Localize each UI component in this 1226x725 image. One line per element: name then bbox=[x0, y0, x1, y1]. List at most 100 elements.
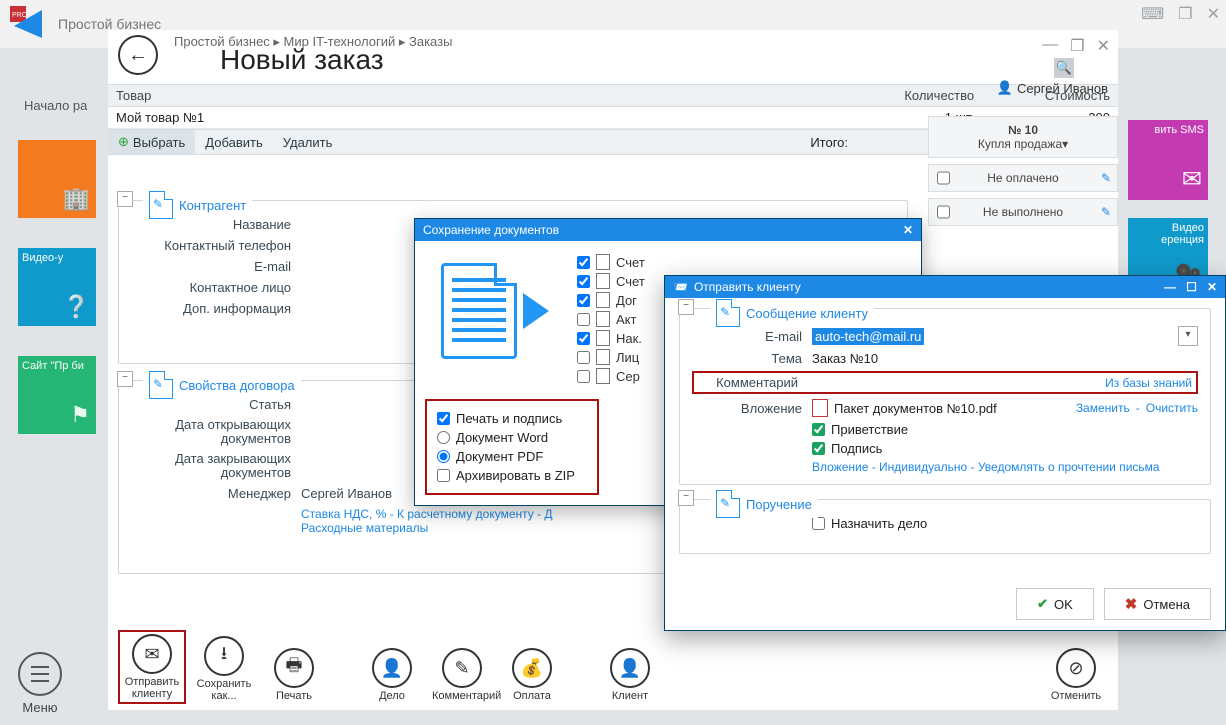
minimize-icon[interactable]: — bbox=[1164, 280, 1176, 294]
action-cancel[interactable]: ⊘Отменить bbox=[1046, 648, 1106, 702]
zip-checkbox[interactable] bbox=[437, 469, 450, 482]
close-icon[interactable]: ✕ bbox=[1097, 36, 1110, 56]
doc-item[interactable]: Сер bbox=[577, 368, 645, 384]
collapse-toggle[interactable]: − bbox=[117, 191, 133, 207]
greeting-option[interactable]: Приветствие bbox=[812, 422, 1198, 437]
word-radio[interactable] bbox=[437, 431, 450, 444]
fieldset-legend: Свойства договора bbox=[179, 378, 295, 393]
svg-text:PRO: PRO bbox=[12, 12, 28, 19]
doc-item[interactable]: Лиц bbox=[577, 349, 645, 365]
site-icon: ⚑ bbox=[70, 402, 90, 428]
signature-option[interactable]: Подпись bbox=[812, 441, 1198, 456]
edit-icon[interactable]: ✎ bbox=[1101, 171, 1111, 185]
action-case[interactable]: 👤Дело bbox=[362, 648, 422, 702]
paid-status-box[interactable]: Не оплачено ✎ bbox=[928, 164, 1118, 192]
keyboard-icon[interactable]: ⌨ bbox=[1141, 4, 1164, 24]
format-options: Печать и подпись Документ Word Документ … bbox=[425, 399, 599, 495]
select-button[interactable]: ⊕Выбрать bbox=[108, 130, 195, 154]
delete-button[interactable]: Удалить bbox=[273, 131, 343, 154]
action-print[interactable]: 🖶Печать bbox=[264, 648, 324, 702]
col-qty[interactable]: Количество bbox=[846, 85, 982, 107]
action-comment[interactable]: ✎Комментарий bbox=[432, 648, 492, 702]
dropdown-icon[interactable]: ▾ bbox=[1178, 326, 1198, 346]
doc-checkbox[interactable] bbox=[577, 256, 590, 269]
subject-field[interactable]: Заказ №10 bbox=[812, 351, 1198, 366]
document-edit-icon bbox=[716, 299, 740, 327]
client-icon: 👤 bbox=[619, 658, 641, 679]
done-checkbox[interactable] bbox=[937, 206, 950, 219]
doc-item[interactable]: Счет bbox=[577, 273, 645, 289]
arrow-right-icon bbox=[523, 293, 549, 329]
attachment-name: Пакет документов №10.pdf bbox=[834, 401, 997, 416]
doc-checkbox[interactable] bbox=[577, 370, 590, 383]
collapse-toggle[interactable]: − bbox=[117, 371, 133, 387]
doc-item[interactable]: Нак. bbox=[577, 330, 645, 346]
action-send-client[interactable]: ✉Отправить клиенту bbox=[120, 632, 184, 702]
tile-left-1[interactable]: 🏢 bbox=[18, 140, 96, 218]
file-icon bbox=[596, 349, 610, 365]
search-button[interactable]: 🔍 bbox=[1054, 58, 1074, 78]
menu-button[interactable]: Меню bbox=[18, 652, 62, 715]
comment-row[interactable]: Комментарий Из базы знаний bbox=[692, 371, 1198, 394]
col-product[interactable]: Товар bbox=[108, 85, 846, 107]
assign-case-option[interactable]: Назначить дело bbox=[812, 516, 1198, 531]
paid-checkbox[interactable] bbox=[937, 172, 950, 185]
file-icon bbox=[596, 311, 610, 327]
tile-label: Видео-у bbox=[22, 252, 63, 264]
action-client[interactable]: 👤Клиент bbox=[600, 648, 660, 702]
doc-checkbox[interactable] bbox=[577, 294, 590, 307]
doc-checkbox[interactable] bbox=[577, 351, 590, 364]
done-status-box[interactable]: Не выполнено ✎ bbox=[928, 198, 1118, 226]
edit-icon[interactable]: ✎ bbox=[1101, 205, 1111, 219]
doc-checkbox[interactable] bbox=[577, 332, 590, 345]
message-links[interactable]: Вложение - Индивидуально - Уведомлять о … bbox=[812, 460, 1198, 474]
restore-icon[interactable]: ❐ bbox=[1178, 4, 1192, 24]
maximize-icon[interactable]: ❐ bbox=[1070, 36, 1084, 56]
assign-checkbox[interactable] bbox=[812, 517, 825, 530]
fieldset-legend: Поручение bbox=[746, 497, 812, 512]
pencil-icon: ✎ bbox=[454, 658, 469, 679]
current-user[interactable]: 👤Сергей Иванов bbox=[997, 80, 1108, 96]
add-button[interactable]: Добавить bbox=[195, 131, 272, 154]
tile-left-3[interactable]: Сайт "Пр би⚑ bbox=[18, 356, 96, 434]
attachment-field[interactable]: Пакет документов №10.pdf Заменить - Очис… bbox=[812, 399, 1198, 417]
pdf-option[interactable]: Документ PDF bbox=[437, 449, 587, 464]
collapse-toggle[interactable]: − bbox=[678, 299, 694, 315]
replace-link[interactable]: Заменить bbox=[1076, 401, 1130, 415]
minimize-icon[interactable]: — bbox=[1042, 36, 1058, 56]
doc-item[interactable]: Дог bbox=[577, 292, 645, 308]
close-icon[interactable]: ✕ bbox=[1207, 280, 1217, 294]
signature-checkbox[interactable] bbox=[812, 442, 825, 455]
ok-button[interactable]: ✔OK bbox=[1016, 588, 1094, 620]
word-option[interactable]: Документ Word bbox=[437, 430, 587, 445]
zip-option[interactable]: Архивировать в ZIP bbox=[437, 468, 587, 483]
back-button[interactable]: ← bbox=[118, 35, 158, 75]
pdf-radio[interactable] bbox=[437, 450, 450, 463]
greeting-checkbox[interactable] bbox=[812, 423, 825, 436]
email-field[interactable]: auto-tech@mail.ru ▾ bbox=[812, 326, 1198, 346]
file-icon bbox=[596, 273, 610, 289]
documents-checklist: Счет Счет Дог Акт Нак. Лиц Сер bbox=[577, 251, 645, 387]
order-number-box[interactable]: № 10 Купля продажа▾ bbox=[928, 116, 1118, 158]
person-icon: 👤 bbox=[381, 658, 403, 679]
doc-item[interactable]: Счет bbox=[577, 254, 645, 270]
action-pay[interactable]: 💰Оплата bbox=[502, 648, 562, 702]
total-label: Итого: bbox=[790, 131, 868, 154]
knowledge-base-link[interactable]: Из базы знаний bbox=[1105, 376, 1192, 390]
maximize-icon[interactable]: ☐ bbox=[1186, 280, 1197, 294]
collapse-toggle[interactable]: − bbox=[678, 490, 694, 506]
print-sign-option[interactable]: Печать и подпись bbox=[437, 411, 587, 426]
mail-icon: ✉ bbox=[144, 644, 159, 665]
tile-right-1[interactable]: вить SMS✉ bbox=[1128, 120, 1208, 200]
print-sign-checkbox[interactable] bbox=[437, 412, 450, 425]
tile-left-2[interactable]: Видео-у❔ bbox=[18, 248, 96, 326]
doc-checkbox[interactable] bbox=[577, 275, 590, 288]
clear-link[interactable]: Очистить bbox=[1146, 401, 1198, 415]
doc-item[interactable]: Акт bbox=[577, 311, 645, 327]
close-icon[interactable]: ✕ bbox=[903, 223, 913, 237]
close-icon[interactable]: ✕ bbox=[1207, 4, 1220, 24]
action-save-as[interactable]: ⭳Сохранить как... bbox=[194, 636, 254, 702]
cancel-button[interactable]: ✖Отмена bbox=[1104, 588, 1211, 620]
doc-checkbox[interactable] bbox=[577, 313, 590, 326]
task-fieldset: − Поручение Назначить дело bbox=[679, 499, 1211, 554]
